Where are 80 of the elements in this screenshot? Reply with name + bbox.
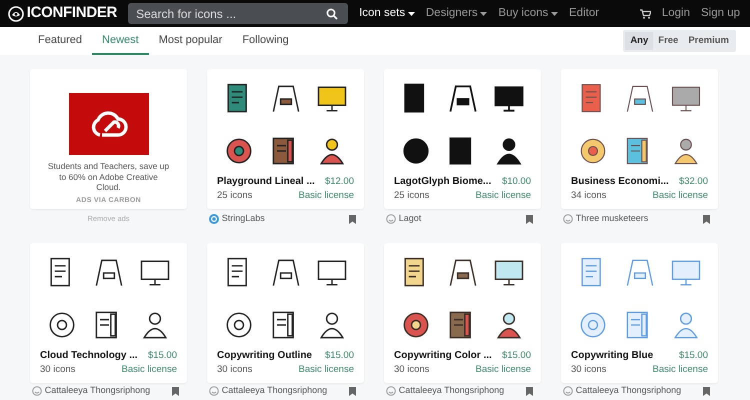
avatar-icon[interactable] [563, 386, 573, 396]
price: $15.00 [324, 348, 354, 362]
tab[interactable]: Following [232, 27, 299, 55]
author-link[interactable]: Three musketeers [576, 212, 648, 226]
author-link[interactable]: Cattaleeya Thongsriphong [222, 384, 328, 398]
author-link[interactable]: Cattaleeya Thongsriphong [44, 384, 150, 398]
author-link[interactable]: Cattaleeya Thongsriphong [576, 384, 682, 398]
set-title[interactable]: LagotGlyph Biome... [394, 174, 492, 188]
icon-count: 30 icons [394, 362, 430, 377]
bookmark-icon[interactable] [703, 214, 710, 224]
filter-button[interactable]: Premium [683, 32, 734, 50]
set-title[interactable]: Copywriting Color ... [394, 348, 492, 362]
caret-icon [551, 12, 558, 16]
nav-link[interactable]: Sign up [700, 4, 740, 22]
avatar-icon[interactable] [563, 214, 573, 224]
license-label: Basic license [476, 188, 531, 203]
icon-set-card[interactable]: LagotGlyph Biome... $10.00 25 icons Basic license [384, 69, 541, 209]
avatar-icon[interactable] [386, 386, 396, 396]
icon-set-card[interactable]: Copywriting Color ... $15.00 30 icons Basic license [384, 243, 541, 383]
icon-count: 30 icons [217, 362, 252, 377]
license-label: Basic license [122, 362, 177, 377]
nav-menu-item[interactable]: Editor [569, 4, 600, 22]
price: $12.00 [324, 174, 354, 188]
filter-button[interactable]: Free [653, 32, 684, 50]
license-label: Basic license [298, 362, 354, 377]
price: $15.00 [502, 348, 531, 362]
logo[interactable]: ICONFINDER [26, 2, 118, 25]
bookmark-icon[interactable] [349, 214, 356, 224]
set-title[interactable]: Copywriting Outline [217, 348, 312, 362]
icon-set-card[interactable]: Copywriting Outline $15.00 30 icons Basic license [207, 243, 364, 383]
nav-menu-item[interactable]: Buy icons [498, 4, 558, 22]
price: $32.00 [678, 174, 708, 188]
ad-image[interactable] [68, 93, 148, 155]
icon-count: 25 icons [394, 188, 430, 203]
icon-count: 30 icons [571, 362, 606, 377]
icon-set-card[interactable]: Playground Lineal ... $12.00 25 icons Basic license [207, 69, 364, 209]
ad-text[interactable]: Students and Teachers, save up to 60% on Adobe Creative Cloud. [40, 161, 177, 193]
nav-menu-item[interactable]: Designers [426, 4, 488, 22]
bookmark-icon[interactable] [526, 386, 533, 396]
nav-link[interactable]: Login [662, 4, 690, 22]
bookmark-icon[interactable] [349, 386, 356, 396]
set-title[interactable]: Copywriting Blue [571, 348, 654, 362]
icon-count: 34 icons [571, 188, 606, 203]
nav-menu-item[interactable]: Icon sets [359, 4, 415, 22]
filter-button[interactable]: Any [625, 32, 654, 50]
avatar-icon[interactable] [32, 386, 42, 396]
license-label: Basic license [298, 188, 354, 203]
set-title[interactable]: Business Economi... [571, 174, 669, 188]
price: $15.00 [148, 348, 177, 362]
license-label: Basic license [652, 188, 708, 203]
tab[interactable]: Featured [28, 27, 92, 55]
license-label: Basic license [652, 362, 708, 377]
author-link[interactable]: Lagot [398, 212, 422, 226]
icon-set-card[interactable]: Business Economi... $32.00 34 icons Basic license [561, 69, 718, 209]
author-link[interactable]: StringLabs [222, 212, 265, 226]
search-field[interactable]: Search for icons ... [128, 3, 348, 24]
icon-count: 25 icons [217, 188, 252, 203]
bookmark-icon[interactable] [526, 214, 533, 224]
avatar-icon[interactable] [386, 214, 396, 224]
author-link[interactable]: Cattaleeya Thongsriphong [398, 384, 504, 398]
avatar-icon[interactable] [209, 214, 219, 224]
set-title[interactable]: Playground Lineal ... [217, 174, 315, 188]
tab[interactable]: Newest [92, 27, 149, 55]
price: $10.00 [502, 174, 531, 188]
license-label: Basic license [476, 362, 531, 377]
search-icon[interactable] [326, 8, 338, 20]
logo-eye-icon[interactable] [8, 6, 24, 22]
icon-count: 30 icons [40, 362, 76, 377]
cloud-logo-icon [90, 109, 128, 139]
cart-icon[interactable] [640, 8, 651, 18]
tab[interactable]: Most popular [148, 27, 232, 55]
avatar-icon[interactable] [209, 386, 219, 396]
bookmark-icon[interactable] [703, 386, 710, 396]
bookmark-icon[interactable] [172, 386, 179, 396]
icon-set-card[interactable]: Copywriting Blue $15.00 30 icons Basic license [561, 243, 718, 383]
icon-set-card[interactable]: Cloud Technology ... $15.00 30 icons Basic license [30, 243, 187, 383]
price: $15.00 [678, 348, 708, 362]
set-title[interactable]: Cloud Technology ... [40, 348, 138, 362]
caret-icon [480, 12, 488, 16]
caret-icon [408, 12, 415, 16]
